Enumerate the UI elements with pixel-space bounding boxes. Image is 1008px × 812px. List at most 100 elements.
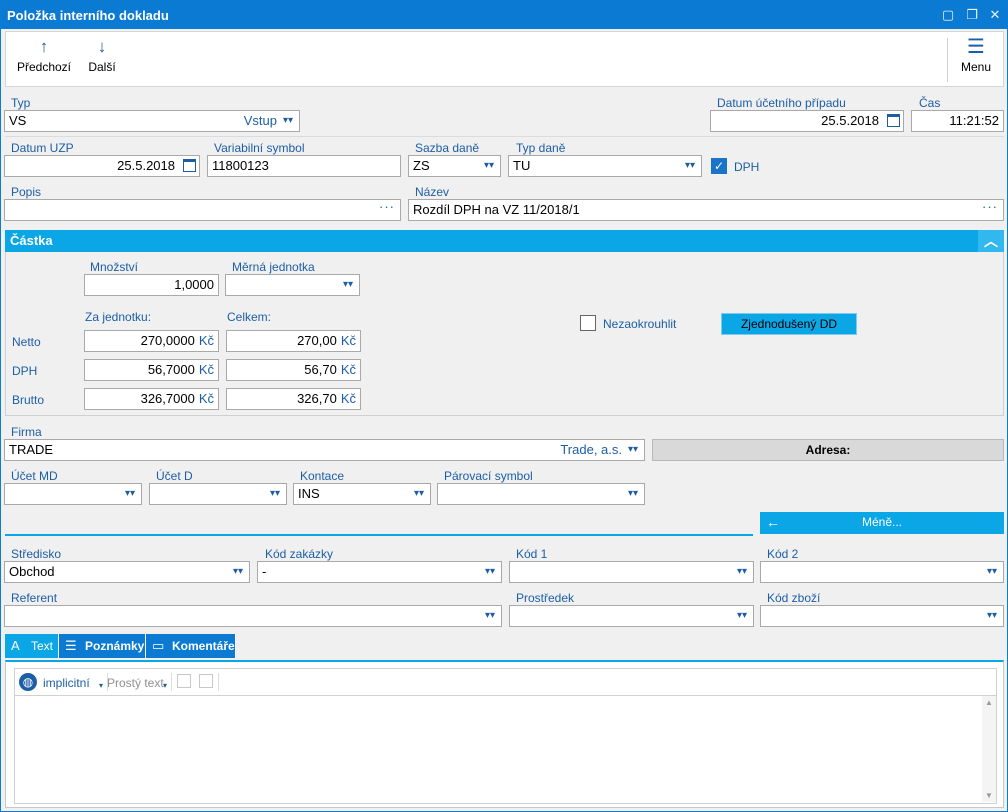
pin-icon[interactable]: ▢ bbox=[939, 6, 957, 24]
merna-field[interactable]: ▾▾ bbox=[225, 274, 360, 296]
sazba-field[interactable]: ZS ▾▾ bbox=[408, 155, 501, 177]
tab-komentare[interactable]: ▭ Komentáře bbox=[146, 634, 236, 658]
datum-ucetniho-field[interactable]: 25.5.2018 bbox=[710, 110, 904, 132]
tab-poznamky[interactable]: ☰ Poznámky bbox=[59, 634, 146, 658]
calendar-icon[interactable] bbox=[887, 114, 900, 127]
kontace-label: Kontace bbox=[300, 469, 345, 483]
za-jednotku-label: Za jednotku: bbox=[85, 310, 152, 324]
language-select[interactable]: implicitní bbox=[43, 676, 90, 690]
netto-label: Netto bbox=[12, 335, 41, 349]
kontace-value: INS bbox=[298, 486, 320, 501]
globe-icon: ◍ bbox=[19, 673, 37, 691]
dph-checkbox[interactable]: ✓ bbox=[711, 158, 727, 174]
dropdown-icon[interactable]: ▾▾ bbox=[340, 275, 356, 295]
dropdown-icon[interactable]: ▾▾ bbox=[734, 606, 750, 626]
firma-label: Firma bbox=[11, 425, 42, 439]
dropdown-icon[interactable]: ▾▾ bbox=[682, 156, 698, 176]
netto-total-value: 270,00 bbox=[297, 333, 337, 348]
dropdown-icon[interactable]: ▾▾ bbox=[267, 484, 283, 504]
tab-komentare-label: Komentáře bbox=[172, 639, 235, 653]
tab-poznamky-label: Poznámky bbox=[85, 639, 145, 653]
more-icon[interactable]: ··· bbox=[379, 200, 395, 217]
kod-zbozi-field[interactable]: ▾▾ bbox=[760, 605, 1004, 627]
ucet-d-field[interactable]: ▾▾ bbox=[149, 483, 287, 505]
next-label: Další bbox=[88, 60, 116, 74]
dph-unit-value: 56,7000 bbox=[147, 362, 195, 377]
dropdown-icon[interactable]: ▾▾ bbox=[482, 562, 498, 582]
paste-icon[interactable] bbox=[199, 674, 213, 688]
dph-unit-field[interactable]: 56,7000 Kč bbox=[84, 359, 219, 381]
dropdown-icon[interactable]: ▾▾ bbox=[280, 111, 296, 131]
more-icon[interactable]: ··· bbox=[982, 200, 998, 217]
currency: Kč bbox=[198, 391, 214, 406]
brutto-unit-field[interactable]: 326,7000 Kč bbox=[84, 388, 219, 410]
format-select[interactable]: Prostý text bbox=[107, 676, 164, 690]
chevron-down-icon[interactable]: ▾ bbox=[99, 681, 103, 690]
collapse-icon[interactable]: ︿ bbox=[978, 230, 1004, 252]
dropdown-icon[interactable]: ▾▾ bbox=[482, 606, 498, 626]
prostredek-label: Prostředek bbox=[516, 591, 575, 605]
var-symbol-field[interactable]: 11800123 bbox=[207, 155, 401, 177]
typ-label: Typ bbox=[11, 96, 31, 110]
mnozstvi-field[interactable]: 1,0000 bbox=[84, 274, 219, 296]
adresa-button[interactable]: Adresa: bbox=[652, 439, 1004, 461]
typ-right: Vstup bbox=[243, 113, 277, 128]
calendar-icon[interactable] bbox=[183, 159, 196, 172]
arrow-up-icon: ↑ bbox=[39, 37, 49, 56]
previous-button[interactable]: ↑ Předchozí bbox=[14, 36, 74, 84]
dropdown-icon[interactable]: ▾▾ bbox=[734, 562, 750, 582]
menu-button[interactable]: ☰ Menu bbox=[956, 36, 996, 84]
firma-value: TRADE bbox=[9, 442, 54, 457]
next-button[interactable]: ↓ Další bbox=[86, 36, 118, 84]
ucet-md-label: Účet MD bbox=[11, 469, 58, 483]
dph-total-field[interactable]: 56,70 Kč bbox=[226, 359, 361, 381]
nezaokrouhlit-checkbox[interactable] bbox=[580, 315, 596, 331]
dropdown-icon[interactable]: ▾▾ bbox=[230, 562, 246, 582]
mene-label: Méně... bbox=[861, 515, 903, 529]
mnozstvi-label: Množství bbox=[90, 260, 139, 274]
typ-field[interactable]: VS Vstup ▾▾ bbox=[4, 110, 300, 132]
nazev-field[interactable]: Rozdíl DPH na VZ 11/2018/1 ··· bbox=[408, 199, 1004, 221]
stredisko-value: Obchod bbox=[9, 564, 55, 579]
dropdown-icon[interactable]: ▾▾ bbox=[984, 562, 1000, 582]
copy-icon[interactable] bbox=[177, 674, 191, 688]
zjednoduseny-dd-button[interactable]: Zjednodušený DD bbox=[721, 313, 857, 335]
dropdown-icon[interactable]: ▾▾ bbox=[625, 484, 641, 504]
kontace-field[interactable]: INS ▾▾ bbox=[293, 483, 431, 505]
var-symbol-value: 11800123 bbox=[212, 158, 269, 173]
stredisko-field[interactable]: Obchod ▾▾ bbox=[4, 561, 250, 583]
dropdown-icon[interactable]: ▾▾ bbox=[411, 484, 427, 504]
prostredek-field[interactable]: ▾▾ bbox=[509, 605, 754, 627]
kod1-field[interactable]: ▾▾ bbox=[509, 561, 754, 583]
typ-dane-value: TU bbox=[513, 158, 531, 173]
scroll-up-icon[interactable]: ▲ bbox=[985, 698, 993, 707]
tab-text[interactable]: A Text bbox=[5, 634, 59, 658]
dropdown-icon[interactable]: ▾▾ bbox=[122, 484, 138, 504]
firma-field[interactable]: TRADE Trade, a.s. ▾▾ bbox=[4, 439, 645, 461]
celkem-label: Celkem: bbox=[227, 310, 272, 324]
kod2-field[interactable]: ▾▾ bbox=[760, 561, 1004, 583]
mene-button[interactable]: ← Méně... bbox=[760, 512, 1004, 534]
dropdown-icon[interactable]: ▾▾ bbox=[984, 606, 1000, 626]
scroll-down-icon[interactable]: ▼ bbox=[985, 791, 993, 800]
castka-section-header[interactable]: Částka ︿ bbox=[5, 230, 1004, 252]
window: Položka interního dokladu ▢ ❐ ✕ ↑ Předch… bbox=[0, 0, 1008, 812]
datum-uzp-field[interactable]: 25.5.2018 bbox=[4, 155, 200, 177]
brutto-total-field[interactable]: 326,70 Kč bbox=[226, 388, 361, 410]
netto-total-field[interactable]: 270,00 Kč bbox=[226, 330, 361, 352]
parovaci-field[interactable]: ▾▾ bbox=[437, 483, 645, 505]
popis-field[interactable]: ··· bbox=[4, 199, 401, 221]
netto-unit-field[interactable]: 270,0000 Kč bbox=[84, 330, 219, 352]
typ-dane-field[interactable]: TU ▾▾ bbox=[508, 155, 702, 177]
cas-field[interactable]: 11:21:52 bbox=[911, 110, 1004, 132]
chevron-down-icon[interactable]: ▾ bbox=[163, 681, 167, 690]
restore-icon[interactable]: ❐ bbox=[963, 6, 981, 24]
dropdown-icon[interactable]: ▾▾ bbox=[625, 440, 641, 460]
text-area[interactable]: ▲ ▼ bbox=[14, 696, 997, 804]
close-icon[interactable]: ✕ bbox=[986, 6, 1004, 24]
dropdown-icon[interactable]: ▾▾ bbox=[481, 156, 497, 176]
kod-zakazky-field[interactable]: - ▾▾ bbox=[257, 561, 502, 583]
vertical-scrollbar[interactable]: ▲ ▼ bbox=[982, 696, 996, 802]
ucet-md-field[interactable]: ▾▾ bbox=[4, 483, 142, 505]
referent-field[interactable]: ▾▾ bbox=[4, 605, 502, 627]
